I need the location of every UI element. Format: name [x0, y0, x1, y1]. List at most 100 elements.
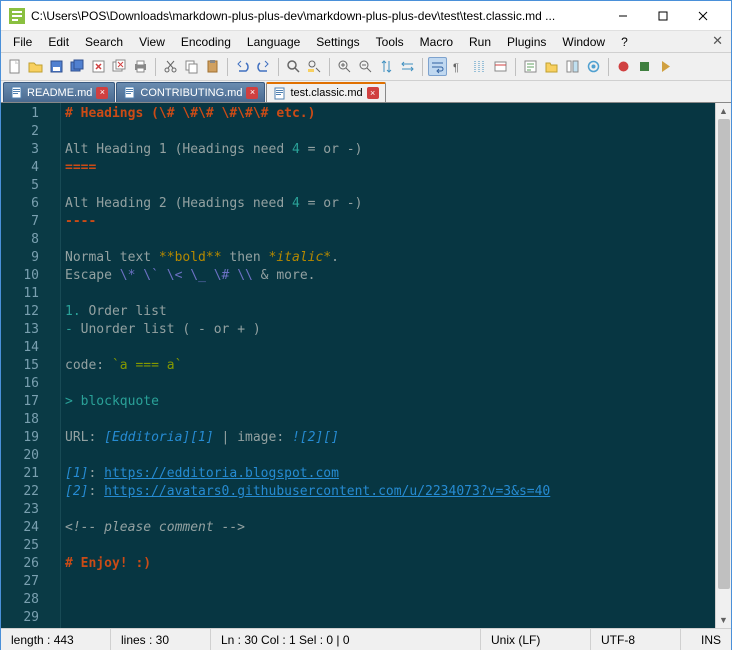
- wordwrap-icon[interactable]: [428, 57, 447, 76]
- menu-macro[interactable]: Macro: [412, 33, 461, 51]
- close-all-icon[interactable]: [110, 57, 129, 76]
- code-line: code: `a === a`: [65, 357, 727, 375]
- maximize-button[interactable]: [643, 2, 683, 30]
- statusbar: length : 443 lines : 30 Ln : 30 Col : 1 …: [1, 628, 731, 650]
- menu-language[interactable]: Language: [239, 33, 308, 51]
- scroll-down-icon[interactable]: ▼: [716, 612, 731, 628]
- line-number-gutter: 1234567891011121314151617181920212223242…: [1, 103, 47, 628]
- code-line: [65, 123, 727, 141]
- copy-icon[interactable]: [182, 57, 201, 76]
- status-lines: lines : 30: [111, 629, 211, 650]
- status-eol: Unix (LF): [481, 629, 591, 650]
- tab-label: CONTRIBUTING.md: [140, 87, 242, 99]
- menu-view[interactable]: View: [131, 33, 173, 51]
- sync-v-icon[interactable]: [377, 57, 396, 76]
- code-line: [2]: https://avatars0.githubusercontent.…: [65, 483, 727, 501]
- status-position: Ln : 30 Col : 1 Sel : 0 | 0: [211, 629, 481, 650]
- menu-settings[interactable]: Settings: [308, 33, 367, 51]
- code-line: [65, 231, 727, 249]
- open-file-icon[interactable]: [26, 57, 45, 76]
- status-length: length : 443: [1, 629, 111, 650]
- file-icon: [123, 86, 136, 99]
- status-insert-mode: INS: [681, 629, 731, 650]
- code-line: <!-- please comment -->: [65, 519, 727, 537]
- code-line: # Headings (\# \#\# \#\#\# etc.): [65, 105, 727, 123]
- code-line: ====: [65, 159, 727, 177]
- menu-?[interactable]: ?: [613, 33, 636, 51]
- paste-icon[interactable]: [203, 57, 222, 76]
- vertical-scrollbar[interactable]: ▲ ▼: [715, 103, 731, 628]
- lang-icon[interactable]: [491, 57, 510, 76]
- tab-label: README.md: [27, 87, 92, 99]
- menubar: FileEditSearchViewEncodingLanguageSettin…: [1, 31, 731, 53]
- menu-plugins[interactable]: Plugins: [499, 33, 554, 51]
- undo-icon[interactable]: [233, 57, 252, 76]
- record-macro-icon[interactable]: [614, 57, 633, 76]
- show-all-chars-icon[interactable]: ¶: [449, 57, 468, 76]
- tab-close-icon[interactable]: ×: [367, 87, 379, 99]
- scroll-thumb[interactable]: [718, 119, 730, 589]
- print-icon[interactable]: [131, 57, 150, 76]
- monitor-icon[interactable]: [584, 57, 603, 76]
- tab-test-classic-md[interactable]: test.classic.md ×: [266, 82, 385, 102]
- window-title: C:\Users\POS\Downloads\markdown-plus-plu…: [31, 9, 603, 23]
- code-editor[interactable]: # Headings (\# \#\# \#\#\# etc.) Alt Head…: [61, 103, 731, 628]
- code-line: [65, 573, 727, 591]
- replace-icon[interactable]: [305, 57, 324, 76]
- menu-encoding[interactable]: Encoding: [173, 33, 239, 51]
- menu-run[interactable]: Run: [461, 33, 499, 51]
- code-line: # Enjoy! :): [65, 555, 727, 573]
- code-line: [65, 609, 727, 627]
- tab-label: test.classic.md: [290, 87, 362, 99]
- code-line: - Unorder list ( - or + ): [65, 321, 727, 339]
- folder-view-icon[interactable]: [542, 57, 561, 76]
- tab-close-icon[interactable]: ×: [246, 87, 258, 99]
- code-line: [65, 177, 727, 195]
- tab-CONTRIBUTING-md[interactable]: CONTRIBUTING.md ×: [116, 82, 265, 102]
- play-macro-icon[interactable]: [656, 57, 675, 76]
- menu-edit[interactable]: Edit: [40, 33, 77, 51]
- code-line: [65, 411, 727, 429]
- toolbar: ¶: [1, 53, 731, 81]
- redo-icon[interactable]: [254, 57, 273, 76]
- close-file-icon[interactable]: [89, 57, 108, 76]
- zoom-out-icon[interactable]: [356, 57, 375, 76]
- zoom-in-icon[interactable]: [335, 57, 354, 76]
- tab-README-md[interactable]: README.md ×: [3, 82, 115, 102]
- save-icon[interactable]: [47, 57, 66, 76]
- close-button[interactable]: [683, 2, 723, 30]
- editor-area: 1234567891011121314151617181920212223242…: [1, 103, 731, 628]
- tab-close-icon[interactable]: ×: [96, 87, 108, 99]
- code-line: [65, 537, 727, 555]
- code-line: [65, 285, 727, 303]
- menu-window[interactable]: Window: [554, 33, 613, 51]
- find-icon[interactable]: [284, 57, 303, 76]
- code-line: Alt Heading 2 (Headings need 4 = or -): [65, 195, 727, 213]
- menu-file[interactable]: File: [5, 33, 40, 51]
- indent-guide-icon[interactable]: [470, 57, 489, 76]
- function-list-icon[interactable]: [521, 57, 540, 76]
- file-icon: [273, 87, 286, 100]
- code-line: URL: [Edditoria][1] | image: ![2][]: [65, 429, 727, 447]
- sync-h-icon[interactable]: [398, 57, 417, 76]
- scroll-up-icon[interactable]: ▲: [716, 103, 731, 119]
- code-line: Normal text **bold** then *italic*.: [65, 249, 727, 267]
- app-icon: [9, 8, 25, 24]
- code-line: Escape \* \` \< \_ \# \\ & more.: [65, 267, 727, 285]
- code-line: Alt Heading 1 (Headings need 4 = or -): [65, 141, 727, 159]
- minimize-button[interactable]: [603, 2, 643, 30]
- code-line: [65, 501, 727, 519]
- file-icon: [10, 86, 23, 99]
- save-all-icon[interactable]: [68, 57, 87, 76]
- stop-macro-icon[interactable]: [635, 57, 654, 76]
- menu-search[interactable]: Search: [77, 33, 131, 51]
- code-line: > blockquote: [65, 393, 727, 411]
- cut-icon[interactable]: [161, 57, 180, 76]
- code-line: [65, 339, 727, 357]
- fold-margin: [47, 103, 61, 628]
- close-doc-button[interactable]: ✕: [712, 33, 723, 49]
- new-file-icon[interactable]: [5, 57, 24, 76]
- code-line: [65, 375, 727, 393]
- doc-map-icon[interactable]: [563, 57, 582, 76]
- menu-tools[interactable]: Tools: [368, 33, 412, 51]
